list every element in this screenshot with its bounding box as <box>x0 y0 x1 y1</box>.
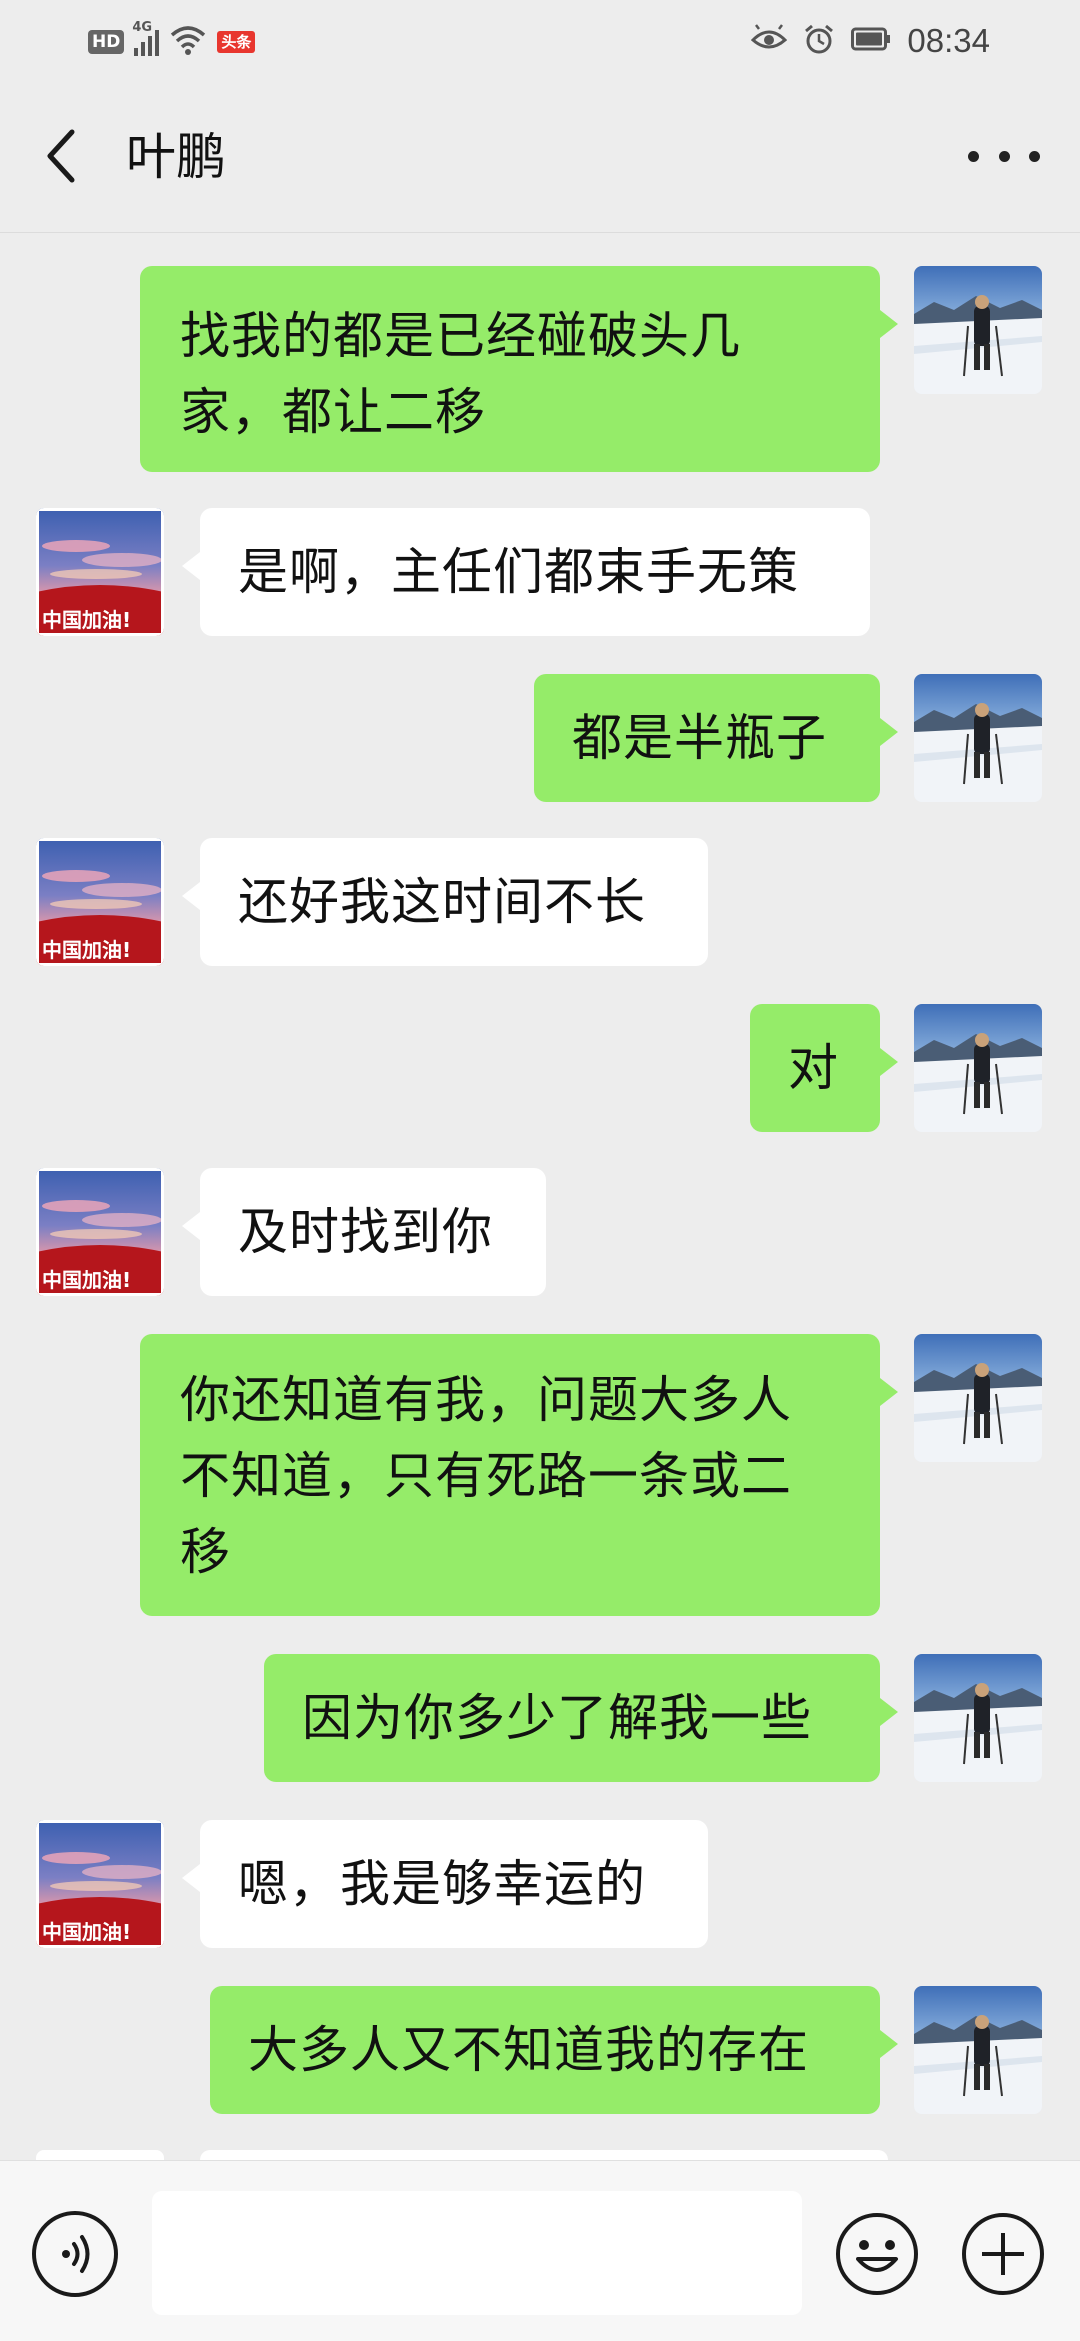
my-avatar[interactable] <box>914 266 1042 394</box>
contact-avatar[interactable]: 中国加油! <box>36 1820 164 1948</box>
message-input[interactable] <box>152 2191 802 2315</box>
battery-icon <box>851 27 891 55</box>
back-arrow-icon[interactable] <box>40 126 84 186</box>
avatar-caption: 中国加油! <box>42 938 132 962</box>
message-bubble-sent[interactable]: 因为你多少了解我一些 <box>264 1654 898 1782</box>
message-bubble-received[interactable]: 嗯，我是够幸运的 <box>182 1820 708 1948</box>
hd-badge: HD <box>88 30 125 54</box>
network-type: 4G <box>132 20 153 35</box>
alarm-icon <box>803 23 835 59</box>
status-left: HD 4G 头条 <box>88 20 256 62</box>
my-avatar[interactable] <box>914 674 1042 802</box>
message-bubble-received[interactable]: 是啊，主任们都束手无策 <box>182 508 870 636</box>
status-bar: HD 4G 头条 08:34 <box>0 0 1080 80</box>
message-bubble-sent[interactable]: 大多人又不知道我的存在 <box>210 1986 898 2114</box>
contact-avatar[interactable]: 中国加油! <box>36 508 164 636</box>
partial-avatar <box>36 2150 164 2160</box>
my-avatar[interactable] <box>914 1654 1042 1782</box>
message-bubble-received[interactable]: 还好我这时间不长 <box>182 838 708 966</box>
plus-more-icon[interactable] <box>960 2211 1046 2297</box>
more-options-icon[interactable] <box>968 136 1040 176</box>
input-bar <box>0 2160 1080 2341</box>
message-bubble-sent[interactable]: 找我的都是已经碰破头几家，都让二移 <box>140 266 898 472</box>
avatar-caption: 中国加油! <box>42 1268 132 1292</box>
voice-input-icon[interactable] <box>32 2211 118 2297</box>
emoji-icon[interactable] <box>834 2211 920 2297</box>
message-bubble-received[interactable]: 及时找到你 <box>182 1168 546 1296</box>
clock: 08:34 <box>907 22 990 59</box>
wifi-icon <box>169 25 207 59</box>
toutiao-notification-icon: 头条 <box>217 31 256 53</box>
eye-comfort-icon <box>751 24 788 58</box>
message-bubble-sent[interactable]: 对 <box>750 1004 898 1132</box>
chat-header: 叶鹏 <box>0 80 1080 233</box>
avatar-caption: 中国加油! <box>42 608 132 632</box>
contact-avatar[interactable]: 中国加油! <box>36 1168 164 1296</box>
my-avatar[interactable] <box>914 1334 1042 1462</box>
signal-icon: 4G <box>132 20 160 56</box>
message-bubble-sent[interactable]: 你还知道有我，问题大多人不知道，只有死路一条或二移 <box>140 1334 898 1616</box>
chat-title: 叶鹏 <box>126 128 226 186</box>
status-right: 08:34 <box>751 20 990 62</box>
avatar-caption: 中国加油! <box>42 1920 132 1944</box>
contact-avatar[interactable]: 中国加油! <box>36 838 164 966</box>
my-avatar[interactable] <box>914 1004 1042 1132</box>
partial-bubble <box>200 2150 888 2160</box>
my-avatar[interactable] <box>914 1986 1042 2114</box>
message-bubble-sent[interactable]: 都是半瓶子 <box>534 674 898 802</box>
